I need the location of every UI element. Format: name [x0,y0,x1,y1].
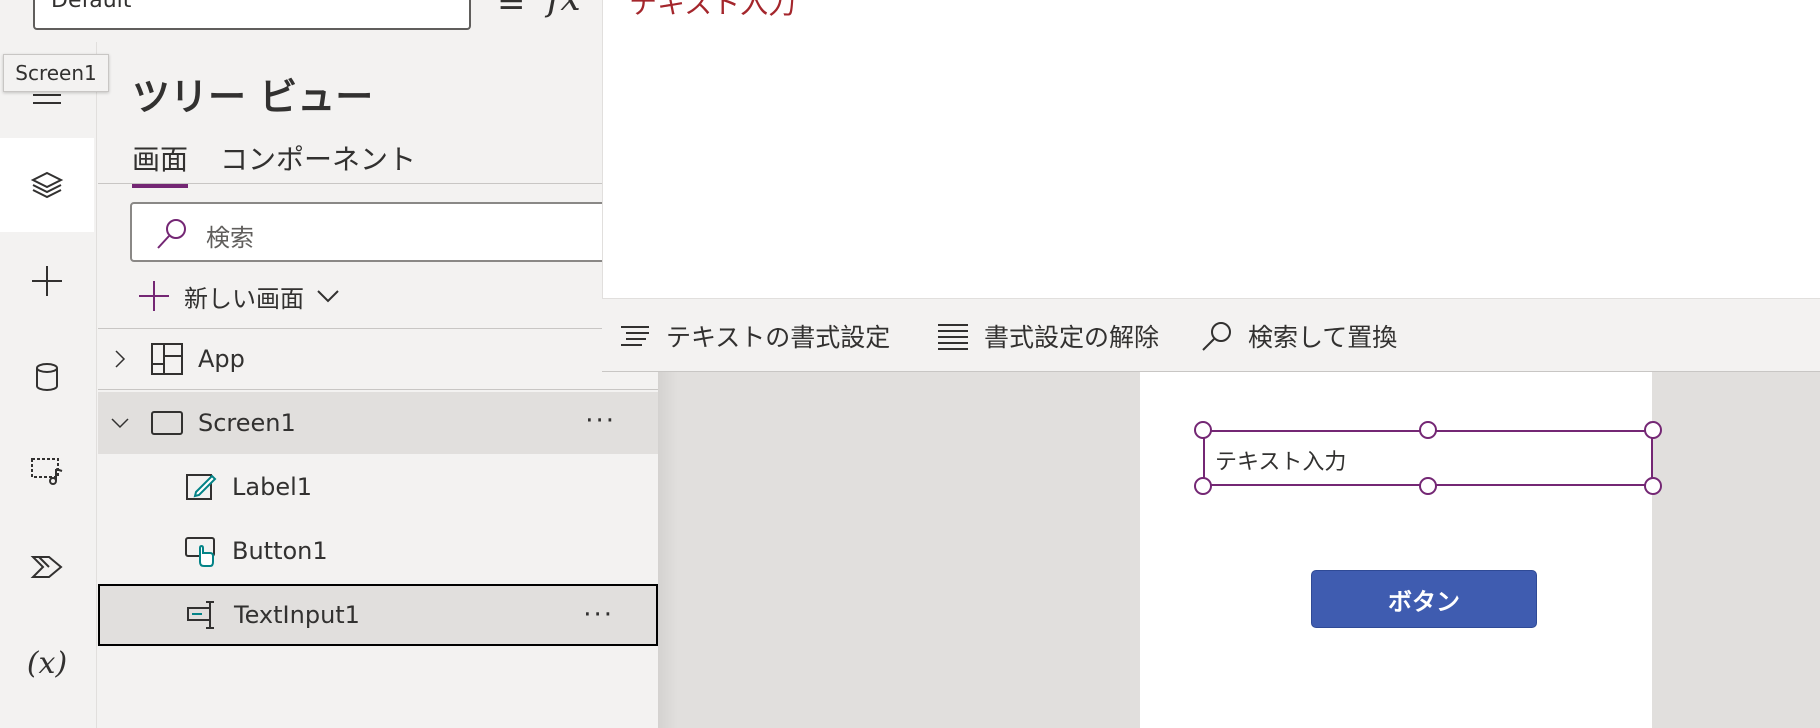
tab-components[interactable]: コンポーネント [220,138,416,184]
resize-handle[interactable] [1644,421,1662,439]
app-icon [151,343,183,375]
tree-node-label: Label1 [232,473,313,501]
power-automate-icon [30,556,63,578]
app-screen-preview[interactable]: テキスト入力 ボタン [1140,372,1662,728]
tree-node-screen1[interactable]: Screen1 ··· [98,392,658,454]
chevron-down-icon [317,290,339,303]
variables-button[interactable]: (x) [0,616,94,710]
tree-search-input[interactable]: 検索 [130,202,658,262]
format-text-icon [621,326,649,346]
tree-node-label: App [198,345,245,373]
resize-handle[interactable] [1644,477,1662,495]
more-options-button[interactable]: ··· [585,406,616,436]
remove-format-button[interactable]: 書式設定の解除 [936,299,1159,373]
plus-icon [32,266,62,296]
text-input-value: テキスト入力 [1215,450,1347,475]
power-automate-button[interactable] [0,520,94,614]
left-rail: (x) [0,0,97,728]
property-dropdown[interactable]: Default [33,0,471,30]
tab-screens[interactable]: 画面 [132,138,189,188]
resize-handle[interactable] [1419,477,1437,495]
format-text-label: テキストの書式設定 [666,323,891,352]
canvas-shadow [658,372,678,728]
resize-handle[interactable] [1419,421,1437,439]
label-icon [186,474,217,500]
formula-editor[interactable]: テキスト入力 [602,0,1820,298]
search-icon [157,219,186,249]
chevron-down-icon[interactable] [108,411,132,435]
more-options-button[interactable]: ··· [583,600,614,630]
insert-button[interactable] [0,234,94,328]
search-icon [1202,322,1231,351]
tree-view-title: ツリー ビュー [132,75,374,119]
formula-text[interactable]: テキスト入力 [629,0,796,22]
tree-node-label1[interactable]: Label1 [98,456,658,518]
property-value: Default [51,0,132,13]
resize-handle[interactable] [1194,421,1212,439]
remove-format-icon [938,324,968,350]
plus-icon [139,281,169,311]
formula-top-bar: Default = fx [0,0,602,42]
resize-handle[interactable] [1194,477,1212,495]
fx-icon[interactable]: fx [547,0,581,19]
tree-node-button1[interactable]: Button1 [98,520,658,582]
layers-icon [30,171,64,199]
tree-node-label: Screen1 [198,409,296,437]
equals-sign: = [497,0,526,24]
screen-icon [151,411,183,435]
screen-tooltip: Screen1 [3,54,109,92]
variables-icon: (x) [26,645,68,681]
new-screen-label: 新しい画面 [184,284,304,313]
remove-format-label: 書式設定の解除 [984,323,1160,352]
tree-node-textinput1[interactable]: TextInput1 ··· [98,584,658,646]
tree-view-button[interactable] [0,138,94,232]
find-replace-label: 検索して置換 [1248,323,1398,352]
tree-tabs: 画面 コンポーネント [98,138,658,188]
media-icon [31,458,63,485]
new-screen-button[interactable]: 新しい画面 [136,272,342,320]
canvas-button[interactable]: ボタン [1311,570,1537,628]
media-button[interactable] [0,424,94,518]
database-icon [36,363,58,391]
tree-node-label: TextInput1 [234,601,360,629]
search-placeholder: 検索 [206,224,254,252]
data-button[interactable] [0,330,94,424]
chevron-down-icon [439,0,453,2]
tree-node-app[interactable]: App [98,328,658,390]
tree-node-label: Button1 [232,537,328,565]
text-input-icon [187,601,214,629]
button-icon [185,537,215,567]
chevron-right-icon[interactable] [108,347,132,371]
format-text-button[interactable]: テキストの書式設定 [618,299,890,373]
formula-toolbar: テキストの書式設定 書式設定の解除 検索して置換 [602,298,1820,372]
find-replace-button[interactable]: 検索して置換 [1200,299,1397,373]
tree-view-panel: ツリー ビュー 画面 コンポーネント 検索 新しい画面 App Screen1 … [98,42,658,728]
